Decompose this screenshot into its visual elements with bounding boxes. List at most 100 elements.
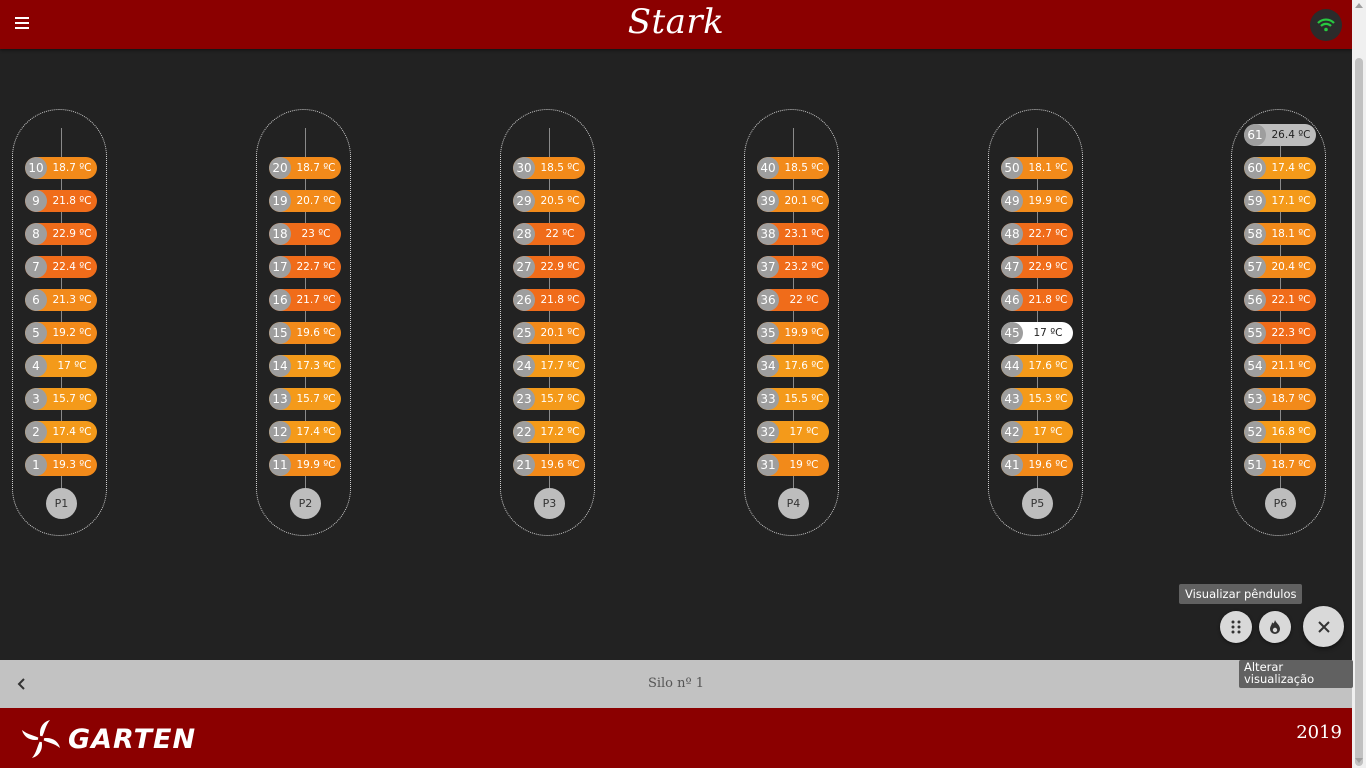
sensor-20[interactable]: 20 18.7 ºC xyxy=(269,157,341,179)
sensor-7[interactable]: 7 22.4 ºC xyxy=(25,256,97,278)
sensor-27[interactable]: 27 22.9 ºC xyxy=(513,256,585,278)
pendulum-view-button[interactable] xyxy=(1220,611,1252,643)
sensor-32[interactable]: 32 17 ºC xyxy=(757,421,829,443)
pendulum-label-p1[interactable]: P1 xyxy=(46,488,77,519)
sensor-53[interactable]: 53 18.7 ºC xyxy=(1244,388,1316,410)
sensor-59[interactable]: 59 17.1 ºC xyxy=(1244,190,1316,212)
sensor-temperature: 19.6 ºC xyxy=(540,459,580,471)
sensor-35[interactable]: 35 19.9 ºC xyxy=(757,322,829,344)
heat-view-button[interactable] xyxy=(1259,611,1291,643)
sensor-40[interactable]: 40 18.5 ºC xyxy=(757,157,829,179)
sensor-temperature: 17 ºC xyxy=(57,360,87,372)
sensor-55[interactable]: 55 22.3 ºC xyxy=(1244,322,1316,344)
sensor-31[interactable]: 31 19 ºC xyxy=(757,454,829,476)
sensor-number: 56 xyxy=(1244,289,1266,311)
sensor-number: 41 xyxy=(1001,454,1023,476)
sensor-12[interactable]: 12 17.4 ºC xyxy=(269,421,341,443)
sensor-34[interactable]: 34 17.6 ºC xyxy=(757,355,829,377)
sensor-46[interactable]: 46 21.8 ºC xyxy=(1001,289,1073,311)
sensor-13[interactable]: 13 15.7 ºC xyxy=(269,388,341,410)
sensor-47[interactable]: 47 22.9 ºC xyxy=(1001,256,1073,278)
sensor-49[interactable]: 49 19.9 ºC xyxy=(1001,190,1073,212)
sensor-37[interactable]: 37 23.2 ºC xyxy=(757,256,829,278)
sensor-temperature: 19.6 ºC xyxy=(296,327,336,339)
sensor-6[interactable]: 6 21.3 ºC xyxy=(25,289,97,311)
sensor-36[interactable]: 36 22 ºC xyxy=(757,289,829,311)
sensor-number: 50 xyxy=(1001,157,1023,179)
scrollbar[interactable] xyxy=(1352,0,1366,768)
sensor-50[interactable]: 50 18.1 ºC xyxy=(1001,157,1073,179)
tooltip-visualizar-pendulos: Visualizar pêndulos xyxy=(1179,584,1303,604)
sensor-23[interactable]: 23 15.7 ºC xyxy=(513,388,585,410)
sensor-number: 28 xyxy=(513,223,535,245)
sensor-57[interactable]: 57 20.4 ºC xyxy=(1244,256,1316,278)
sensor-number: 60 xyxy=(1244,157,1266,179)
sensor-26[interactable]: 26 21.8 ºC xyxy=(513,289,585,311)
sensor-28[interactable]: 28 22 ºC xyxy=(513,223,585,245)
sensor-number: 52 xyxy=(1244,421,1266,443)
sensor-14[interactable]: 14 17.3 ºC xyxy=(269,355,341,377)
sensor-42[interactable]: 42 17 ºC xyxy=(1001,421,1073,443)
sensor-number: 21 xyxy=(513,454,535,476)
sensor-4[interactable]: 4 17 ºC xyxy=(25,355,97,377)
sensor-52[interactable]: 52 16.8 ºC xyxy=(1244,421,1316,443)
sensor-temperature: 18.1 ºC xyxy=(1271,228,1311,240)
pendulum-label-p5[interactable]: P5 xyxy=(1022,488,1053,519)
sensor-44[interactable]: 44 17.6 ºC xyxy=(1001,355,1073,377)
sensor-16[interactable]: 16 21.7 ºC xyxy=(269,289,341,311)
sensor-58[interactable]: 58 18.1 ºC xyxy=(1244,223,1316,245)
wifi-icon xyxy=(1317,18,1335,32)
sensor-21[interactable]: 21 19.6 ºC xyxy=(513,454,585,476)
sensor-temperature: 15.7 ºC xyxy=(540,393,580,405)
sensor-number: 12 xyxy=(269,421,291,443)
sensor-33[interactable]: 33 15.5 ºC xyxy=(757,388,829,410)
sensor-29[interactable]: 29 20.5 ºC xyxy=(513,190,585,212)
sensor-11[interactable]: 11 19.9 ºC xyxy=(269,454,341,476)
sensor-60[interactable]: 60 17.4 ºC xyxy=(1244,157,1316,179)
close-speed-dial-button[interactable] xyxy=(1303,606,1344,647)
sensor-temperature: 17.3 ºC xyxy=(296,360,336,372)
sensor-2[interactable]: 2 17.4 ºC xyxy=(25,421,97,443)
sensor-22[interactable]: 22 17.2 ºC xyxy=(513,421,585,443)
sensor-19[interactable]: 19 20.7 ºC xyxy=(269,190,341,212)
sensor-17[interactable]: 17 22.7 ºC xyxy=(269,256,341,278)
scrollbar-thumb[interactable] xyxy=(1355,58,1363,766)
sensor-number: 29 xyxy=(513,190,535,212)
wifi-status-button[interactable] xyxy=(1310,9,1342,41)
sensor-43[interactable]: 43 15.3 ºC xyxy=(1001,388,1073,410)
sensor-25[interactable]: 25 20.1 ºC xyxy=(513,322,585,344)
sensor-38[interactable]: 38 23.1 ºC xyxy=(757,223,829,245)
sensor-48[interactable]: 48 22.7 ºC xyxy=(1001,223,1073,245)
sensor-number: 30 xyxy=(513,157,535,179)
sensor-temperature: 22.9 ºC xyxy=(52,228,92,240)
pendulum-label-p2[interactable]: P2 xyxy=(290,488,321,519)
app-title: Stark xyxy=(627,2,725,42)
sensor-number: 59 xyxy=(1244,190,1266,212)
sensor-30[interactable]: 30 18.5 ºC xyxy=(513,157,585,179)
sensor-15[interactable]: 15 19.6 ºC xyxy=(269,322,341,344)
sensor-number: 19 xyxy=(269,190,291,212)
pendulum-label-p4[interactable]: P4 xyxy=(778,488,809,519)
sensor-1[interactable]: 1 19.3 ºC xyxy=(25,454,97,476)
sensor-9[interactable]: 9 21.8 ºC xyxy=(25,190,97,212)
sensor-51[interactable]: 51 18.7 ºC xyxy=(1244,454,1316,476)
sensor-56[interactable]: 56 22.1 ºC xyxy=(1244,289,1316,311)
sensor-10[interactable]: 10 18.7 ºC xyxy=(25,157,97,179)
pendulum-label-p6[interactable]: P6 xyxy=(1265,488,1296,519)
sensor-8[interactable]: 8 22.9 ºC xyxy=(25,223,97,245)
sensor-18[interactable]: 18 23 ºC xyxy=(269,223,341,245)
sensor-number: 23 xyxy=(513,388,535,410)
pendulum-label-p3[interactable]: P3 xyxy=(534,488,565,519)
sensor-number: 6 xyxy=(25,289,47,311)
sensor-54[interactable]: 54 21.1 ºC xyxy=(1244,355,1316,377)
sensor-45[interactable]: 45 17 ºC xyxy=(1001,322,1073,344)
sensor-temperature: 17.6 ºC xyxy=(1028,360,1068,372)
sensor-temperature: 22.4 ºC xyxy=(52,261,92,273)
sensor-41[interactable]: 41 19.6 ºC xyxy=(1001,454,1073,476)
sensor-3[interactable]: 3 15.7 ºC xyxy=(25,388,97,410)
sensor-5[interactable]: 5 19.2 ºC xyxy=(25,322,97,344)
sensor-61[interactable]: 61 26.4 ºC xyxy=(1244,124,1316,146)
sensor-number: 31 xyxy=(757,454,779,476)
sensor-39[interactable]: 39 20.1 ºC xyxy=(757,190,829,212)
sensor-24[interactable]: 24 17.7 ºC xyxy=(513,355,585,377)
